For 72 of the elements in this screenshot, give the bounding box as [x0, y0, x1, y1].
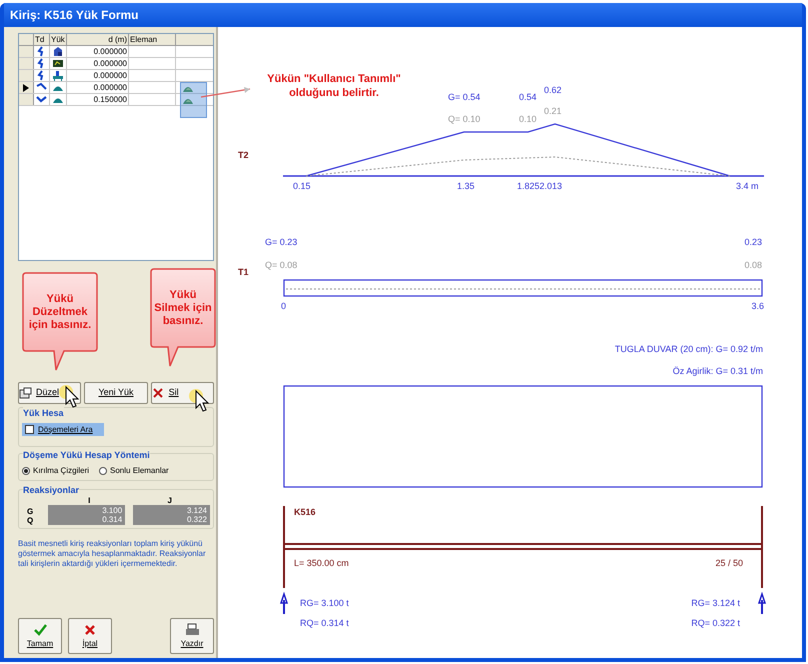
annotation-text: Yükün "Kullanıcı Tanımlı" olduğunu belirtir.: [266, 72, 402, 100]
table-cell: 0.000000: [94, 58, 127, 68]
column-header: Td: [34, 34, 50, 45]
axis-label: 3.6: [751, 301, 764, 311]
load-value: 0.21: [544, 106, 562, 116]
axis-label: 0: [281, 301, 286, 311]
beam-name: K516: [294, 507, 316, 517]
checkbox[interactable]: Döşemeleri Ara: [22, 423, 104, 436]
table-cell: 0.000000: [94, 46, 127, 56]
callout: Yükü Düzeltmek için basınız.: [22, 272, 98, 372]
ok-button[interactable]: Tamam: [18, 618, 62, 654]
cancel-button[interactable]: İptal: [68, 618, 112, 654]
axis-label: 1.35: [457, 181, 475, 191]
wall-load-text: TUGLA DUVAR (20 cm): G= 0.92 t/m: [614, 344, 763, 354]
group-title: Döşeme Yükü Hesap Yöntemi: [23, 449, 150, 462]
row-selector[interactable]: [19, 82, 34, 93]
support-arrow-icon: [758, 592, 766, 614]
direction-icon: [36, 94, 47, 105]
load-value: Q= 0.08: [265, 260, 298, 270]
close-icon: [152, 387, 165, 399]
reaction-value: RG= 3.124 t: [691, 598, 740, 608]
cursor-icon: [188, 388, 210, 412]
print-button[interactable]: Yazdır: [170, 618, 214, 654]
load-icon: [52, 46, 64, 57]
cursor-icon: [58, 384, 80, 408]
column-header: Eleman: [129, 34, 176, 45]
value-field: 3.100 0.314: [48, 505, 126, 525]
beam-length: L= 350.00 cm: [294, 558, 349, 568]
load-value: 0.10: [519, 114, 537, 124]
load-value: Q= 0.10: [448, 114, 480, 124]
load-value: G= 0.54: [448, 92, 480, 102]
beam-section: 25 / 50: [715, 558, 743, 568]
column-header: Yük: [50, 34, 67, 45]
reaction-value: RQ= 0.314 t: [300, 618, 349, 628]
highlight-frame: [180, 82, 207, 118]
table-cell: 0.000000: [94, 82, 127, 92]
window-icon: [19, 387, 32, 399]
load-icon: [52, 70, 64, 81]
row-label: Q: [27, 516, 34, 525]
track-label: T1: [238, 267, 249, 277]
pointer-icon: [23, 84, 29, 92]
column-header: d (m): [67, 34, 129, 45]
support-arrow-icon: [280, 592, 288, 614]
load-icon: [52, 58, 64, 69]
printer-icon: [184, 622, 200, 636]
reaction-value: RQ= 0.322 t: [691, 618, 740, 628]
table-cell: 0.150000: [94, 94, 127, 104]
load-value: 0.08: [744, 260, 762, 270]
reaction-value: RG= 3.100 t: [300, 598, 349, 608]
axis-label: 3.4 m: [736, 181, 759, 191]
table-cell: 0.000000: [94, 70, 127, 80]
self-weight-text: Öz Agirlik: G= 0.31 t/m: [672, 366, 763, 376]
info-text: Basit mesnetli kiriş reaksiyonları toplam kiriş yükünü göstermek amacıyla hesaplanmaktadır. Reaksiyonlar tali kirişlerin aktardığı yükleri içermemektedir.: [18, 539, 207, 569]
new-button[interactable]: Yeni Yük: [84, 382, 148, 404]
load-value: 0.62: [544, 85, 562, 95]
axis-label: 0.15: [293, 181, 311, 191]
track-label: T2: [238, 150, 249, 160]
column-header: I: [88, 496, 90, 505]
load-value: G= 0.23: [265, 237, 298, 247]
axis-label: 1.8252.013: [517, 181, 562, 191]
value-field: 3.124 0.322: [133, 505, 210, 525]
load-value: 0.23: [744, 237, 762, 247]
column-header: J: [168, 496, 172, 505]
window-title: Kiriş: K516 Yük Formu: [10, 7, 138, 24]
callout: Yükü Silmek için basınız.: [150, 268, 216, 368]
group-title: Reaksiyonlar: [23, 484, 80, 498]
radio-option[interactable]: Kırılma Çizgileri: [22, 465, 90, 476]
load-value: 0.54: [519, 92, 537, 102]
radio-option[interactable]: Sonlu Elemanlar: [99, 465, 169, 476]
close-icon: [82, 622, 98, 636]
check-icon: [32, 622, 48, 636]
row-label: G: [27, 507, 34, 516]
